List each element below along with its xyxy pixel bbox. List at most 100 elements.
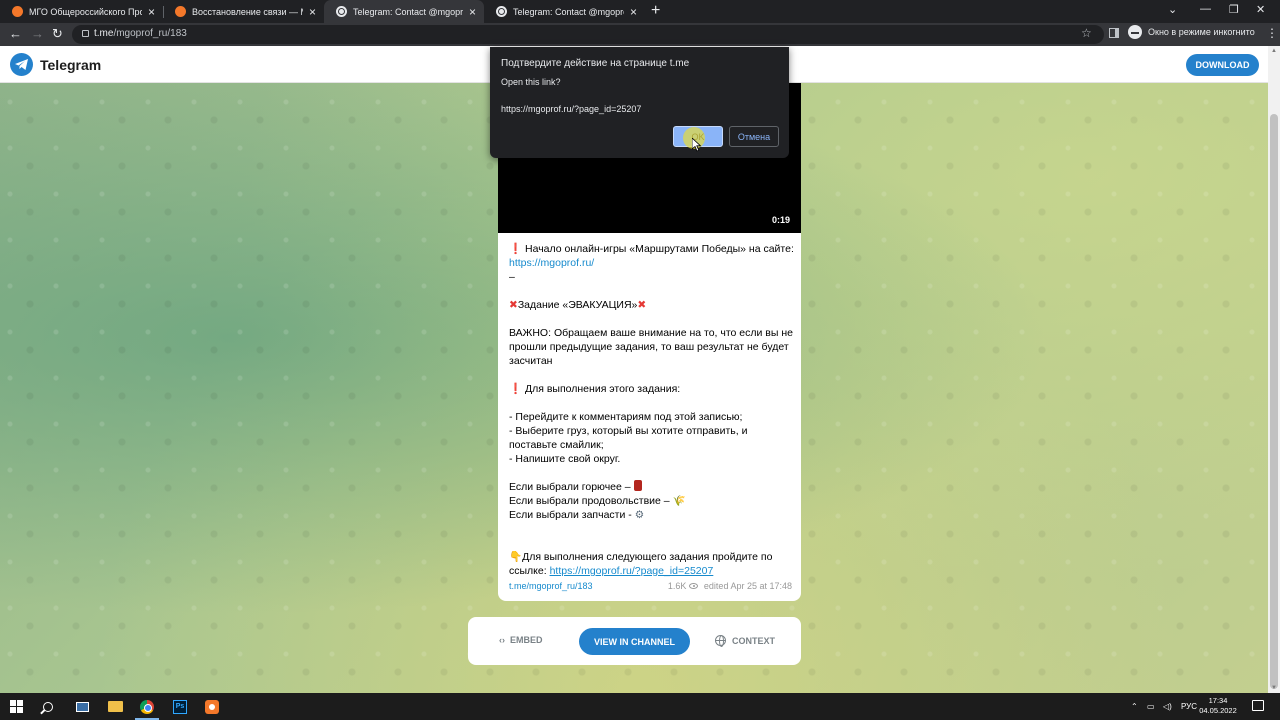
incognito-label: Окно в режиме инкогнито xyxy=(1148,27,1255,37)
dialog-title: Подтвердите действие на странице t.me xyxy=(501,58,690,69)
file-explorer-button[interactable] xyxy=(99,693,131,720)
tab-2[interactable]: Восстановление связи — МГО ( × xyxy=(163,0,324,23)
forward-arrow-icon[interactable]: → xyxy=(31,26,44,41)
app-taskbar-button[interactable] xyxy=(196,693,228,720)
step-2: - Выберите груз, который вы хотите отпра… xyxy=(509,425,748,451)
orange-app-icon xyxy=(175,6,186,17)
language-indicator[interactable]: РУС xyxy=(1181,693,1197,720)
close-icon[interactable]: × xyxy=(148,5,155,19)
scroll-up-arrow-icon[interactable]: ▲ xyxy=(1271,48,1277,54)
scrollbar-thumb[interactable] xyxy=(1270,114,1278,689)
embed-label: EMBED xyxy=(510,635,543,645)
address-bar[interactable]: t.me/mgoprof_ru/183 xyxy=(72,25,1104,44)
view-count: 1.6K xyxy=(667,581,687,591)
context-label: CONTEXT xyxy=(732,636,776,646)
post-meta: t.me/mgoprof_ru/183 1.6K edited Apr 25 a… xyxy=(509,581,792,591)
embed-button[interactable]: ‹› EMBED xyxy=(499,635,543,645)
windows-logo-icon xyxy=(9,700,23,713)
post-line-text: Начало онлайн-игры «Маршрутами Победы» н… xyxy=(525,243,794,255)
fuel-can-icon xyxy=(633,480,642,491)
tray-chevron-icon[interactable]: ⌃ xyxy=(1131,693,1138,720)
edited-date: edited Apr 25 at 17:48 xyxy=(703,581,792,591)
choice-fuel-text: Если выбрали горючее – xyxy=(509,481,634,493)
pointing-hand-icon: 👇 xyxy=(509,551,523,563)
tab-4[interactable]: Telegram: Contact @mgoprof_ru × xyxy=(484,0,645,23)
clock-time: 17:34 xyxy=(1208,696,1228,705)
post-permalink[interactable]: t.me/mgoprof_ru/183 xyxy=(509,581,593,591)
start-button[interactable] xyxy=(0,693,32,720)
kebab-menu-icon[interactable]: ⋮ xyxy=(1266,26,1278,40)
howto-line: ❗ Для выполнения этого задания: xyxy=(509,382,794,396)
tab-title: Telegram: Contact @mgoprof_ru xyxy=(513,6,624,17)
post-line-start: ❗ Начало онлайн-игры «Маршрутами Победы»… xyxy=(509,242,794,270)
tab-search-chevron-icon[interactable]: ⌄ xyxy=(1168,3,1177,16)
restore-icon[interactable]: ❐ xyxy=(1229,3,1239,16)
task-title-line: ✖Задание «ЭВАКУАЦИЯ»✖ xyxy=(509,298,794,312)
chrome-taskbar-button[interactable] xyxy=(131,693,163,720)
exclamation-icon: ❗ xyxy=(509,383,523,395)
reload-icon[interactable]: ↻ xyxy=(52,26,63,42)
choice-food: Если выбрали продовольствие – 🌾 xyxy=(509,494,794,508)
url-host: t.me xyxy=(94,28,114,39)
back-arrow-icon[interactable]: ← xyxy=(9,26,22,41)
exclamation-icon: ❗ xyxy=(509,243,523,255)
choice-food-text: Если выбрали продовольствие – xyxy=(509,495,673,507)
post-stats: 1.6K edited Apr 25 at 17:48 xyxy=(668,581,792,591)
telegram-logo-icon[interactable] xyxy=(10,53,33,76)
globe-icon xyxy=(496,6,507,17)
windows-taskbar: Ps ⌃ ▭ ◁) РУС 17:34 04.05.2022 xyxy=(0,693,1280,720)
eye-icon xyxy=(689,583,699,589)
url-text[interactable]: t.me/mgoprof_ru/183 xyxy=(94,28,187,39)
search-button[interactable] xyxy=(32,693,64,720)
close-icon[interactable]: × xyxy=(630,5,637,19)
post-dash: – xyxy=(509,271,515,283)
code-brackets-icon: ‹› xyxy=(499,635,505,645)
howto-text: Для выполнения этого задания: xyxy=(525,383,681,395)
close-icon[interactable]: × xyxy=(469,5,476,19)
system-clock[interactable]: 17:34 04.05.2022 xyxy=(1196,696,1240,716)
important-note: ВАЖНО: Обращаем ваше внимание на то, что… xyxy=(509,327,793,367)
task-view-icon xyxy=(75,701,89,712)
browser-toolbar: ← → ↻ t.me/mgoprof_ru/183 ☆ Окно в режим… xyxy=(0,23,1280,46)
photoshop-icon: Ps xyxy=(173,699,187,714)
video-duration: 0:19 xyxy=(771,215,790,225)
telegram-brand[interactable]: Telegram xyxy=(40,57,101,73)
close-icon[interactable]: × xyxy=(309,5,316,19)
wheat-icon: 🌾 xyxy=(672,495,686,507)
network-icon[interactable]: ▭ xyxy=(1147,693,1155,720)
step-1: - Перейдите к комментариям под этой запи… xyxy=(509,411,743,423)
scroll-down-arrow-icon[interactable]: ▼ xyxy=(1271,685,1277,691)
folder-icon xyxy=(107,701,123,712)
cross-mark-icon: ✖ xyxy=(509,299,518,311)
lock-icon[interactable] xyxy=(82,30,89,37)
incognito-indicator[interactable]: Окно в режиме инкогнито xyxy=(1128,25,1255,39)
mouse-pointer-icon xyxy=(692,138,702,152)
site-link[interactable]: https://mgoprof.ru/ xyxy=(509,257,594,269)
incognito-icon xyxy=(1128,25,1142,39)
next-task-link[interactable]: https://mgoprof.ru/?page_id=25207 xyxy=(550,565,714,577)
globe-icon xyxy=(715,635,726,647)
side-panel-icon[interactable] xyxy=(1109,28,1119,38)
new-tab-plus-icon[interactable]: + xyxy=(651,2,660,20)
channel-post: 0:19 ❗ Начало онлайн-игры «Маршрутами По… xyxy=(498,83,801,601)
minimize-icon[interactable]: — xyxy=(1200,3,1211,15)
tab-1[interactable]: МГО Общероссийского Профс × xyxy=(0,0,163,23)
download-button[interactable]: DOWNLOAD xyxy=(1186,54,1259,76)
bookmark-star-icon[interactable]: ☆ xyxy=(1081,26,1092,40)
page-scrollbar[interactable]: ▲ ▼ xyxy=(1268,46,1280,693)
tab-title: МГО Общероссийского Профс xyxy=(29,6,142,17)
notification-icon[interactable] xyxy=(1252,700,1264,711)
orange-app-icon xyxy=(205,699,219,714)
photoshop-taskbar-button[interactable]: Ps xyxy=(164,693,196,720)
volume-icon[interactable]: ◁) xyxy=(1163,693,1172,720)
window-close-icon[interactable]: ✕ xyxy=(1256,3,1265,16)
cross-mark-icon: ✖ xyxy=(637,299,647,311)
search-icon xyxy=(43,701,53,712)
view-in-channel-button[interactable]: VIEW IN CHANNEL xyxy=(579,628,690,655)
cancel-button[interactable]: Отмена xyxy=(729,126,779,147)
tab-3-active[interactable]: Telegram: Contact @mgoprof_ru × xyxy=(324,0,484,23)
choice-parts: Если выбрали запчасти - ⚙ xyxy=(509,508,794,522)
task-view-button[interactable] xyxy=(66,693,98,720)
context-button[interactable]: CONTEXT xyxy=(715,635,776,647)
next-task-line: 👇Для выполнения следующего задания пройд… xyxy=(509,550,794,578)
